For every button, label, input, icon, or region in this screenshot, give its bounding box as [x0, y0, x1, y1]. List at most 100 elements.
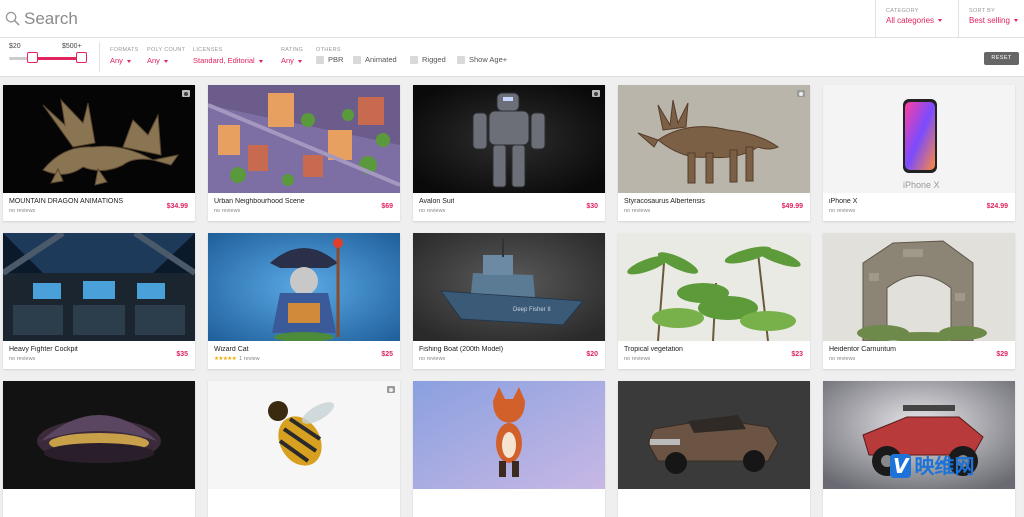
model-price: $30: [586, 203, 598, 210]
checkbox-box[interactable]: [353, 55, 361, 64]
formats-label: FORMATS: [110, 47, 139, 53]
chevron-down-icon: [297, 59, 302, 63]
chevron-down-icon: [938, 19, 943, 23]
pbr-checkbox[interactable]: PBR: [316, 55, 343, 64]
model-price: $20: [586, 351, 598, 358]
model-thumbnail[interactable]: iPhone X: [823, 85, 1015, 193]
model-price: $49.99: [781, 203, 803, 210]
camera-icon: [592, 90, 600, 97]
model-price: $35: [176, 351, 188, 358]
category-select[interactable]: CATEGORY All categories: [875, 0, 955, 38]
model-card[interactable]: Styracosaurus Albertensis $49.99 no revi…: [618, 85, 810, 221]
model-card[interactable]: Avalon Suit $30 no reviews: [413, 85, 605, 221]
price-slider-range: [32, 57, 82, 60]
model-card[interactable]: iPhone X iPhone X $24.99 no reviews: [823, 85, 1015, 221]
model-title: Fishing Boat (200th Model): [419, 346, 504, 353]
model-thumbnail[interactable]: [208, 233, 400, 341]
checkbox-box[interactable]: [457, 55, 465, 64]
model-card[interactable]: Urban Neighbourhood Scene $69 no reviews: [208, 85, 400, 221]
show-age-checkbox[interactable]: Show Age+: [457, 55, 507, 64]
model-reviews: no reviews: [419, 356, 446, 362]
model-card[interactable]: Heavy Fighter Cockpit $35 no reviews: [3, 233, 195, 369]
chevron-down-icon: [126, 59, 131, 63]
model-card[interactable]: MOUNTAIN DRAGON ANIMATIONS $34.99 no rev…: [3, 85, 195, 221]
licenses-label: LICENSES: [193, 47, 223, 53]
model-thumbnail[interactable]: [208, 381, 400, 489]
animated-label: Animated: [365, 55, 397, 64]
model-thumbnail[interactable]: [618, 233, 810, 341]
rigged-checkbox[interactable]: Rigged: [410, 55, 446, 64]
model-thumbnail[interactable]: Deep Fisher II: [413, 233, 605, 341]
model-card[interactable]: [413, 381, 605, 517]
model-reviews: no reviews: [419, 208, 446, 214]
model-thumbnail[interactable]: [413, 381, 605, 489]
poly-count-value: Any: [147, 56, 160, 65]
sort-select[interactable]: SORT BY Best selling: [958, 0, 1024, 38]
model-thumbnail[interactable]: [823, 233, 1015, 341]
rating-filter[interactable]: RATING Any: [281, 47, 303, 65]
rating-stars: ★★★★★: [214, 356, 237, 362]
licenses-filter[interactable]: LICENSES Standard, Editorial: [193, 47, 263, 65]
watermark-badge: V: [890, 454, 912, 478]
review-count: 1 review: [239, 356, 260, 362]
poly-count-filter[interactable]: POLY COUNT Any: [147, 47, 185, 65]
sort-label: SORT BY: [969, 8, 996, 14]
reset-button[interactable]: RESET: [984, 52, 1019, 65]
price-slider-min-handle[interactable]: [27, 52, 38, 63]
show-age-label: Show Age+: [469, 55, 508, 64]
model-price: $25: [381, 351, 393, 358]
model-title: iPhone X: [829, 198, 858, 205]
model-reviews: ★★★★★ 1 review: [214, 356, 260, 362]
camera-icon: [387, 386, 395, 393]
price-slider-max-handle[interactable]: [76, 52, 87, 63]
model-title: Avalon Suit: [419, 198, 455, 205]
model-card[interactable]: [208, 381, 400, 517]
thumbnail-caption: Deep Fisher II: [513, 307, 551, 313]
model-thumbnail[interactable]: [618, 85, 810, 193]
model-thumbnail[interactable]: [413, 85, 605, 193]
model-thumbnail[interactable]: [3, 85, 195, 193]
poly-count-label: POLY COUNT: [147, 47, 186, 53]
price-max-label: $500+: [62, 43, 82, 50]
rigged-label: Rigged: [422, 55, 446, 64]
rating-label: RATING: [281, 47, 304, 53]
model-title: Heavy Fighter Cockpit: [9, 346, 78, 353]
checkbox-box[interactable]: [316, 55, 324, 64]
model-card[interactable]: [823, 381, 1015, 517]
watermark-text: 映维网: [914, 454, 975, 478]
search-input[interactable]: [24, 6, 844, 32]
chevron-down-icon: [258, 59, 263, 63]
model-thumbnail[interactable]: [3, 233, 195, 341]
model-thumbnail[interactable]: [3, 381, 195, 489]
formats-filter[interactable]: FORMATS Any: [110, 47, 139, 65]
checkbox-box[interactable]: [410, 55, 418, 64]
model-price: $69: [381, 203, 393, 210]
model-reviews: no reviews: [829, 208, 856, 214]
model-thumbnail[interactable]: [208, 85, 400, 193]
model-card[interactable]: Tropical vegetation $23 no reviews: [618, 233, 810, 369]
top-bar: CATEGORY All categories SORT BY Best sel…: [0, 0, 1024, 38]
watermark-logo: V 映维网: [890, 450, 974, 479]
model-reviews: no reviews: [624, 356, 651, 362]
search-icon[interactable]: [5, 11, 20, 26]
model-price: $34.99: [166, 203, 188, 210]
model-reviews: no reviews: [624, 208, 651, 214]
model-reviews: no reviews: [9, 208, 36, 214]
model-card[interactable]: Deep Fisher II Fishing Boat (200th Model…: [413, 233, 605, 369]
model-reviews: no reviews: [214, 208, 241, 214]
model-title: Urban Neighbourhood Scene: [214, 198, 305, 205]
model-card[interactable]: [618, 381, 810, 517]
model-card[interactable]: Heidentor Carnuntum $29 no reviews: [823, 233, 1015, 369]
model-title: Tropical vegetation: [624, 346, 683, 353]
model-title: Heidentor Carnuntum: [829, 346, 896, 353]
model-price: $29: [996, 351, 1008, 358]
sort-value: Best selling: [969, 16, 1010, 25]
model-thumbnail[interactable]: [618, 381, 810, 489]
model-title: MOUNTAIN DRAGON ANIMATIONS: [9, 198, 124, 205]
category-label: CATEGORY: [886, 8, 919, 14]
animated-checkbox[interactable]: Animated: [353, 55, 397, 64]
model-card[interactable]: Wizard Cat $25 ★★★★★ 1 review: [208, 233, 400, 369]
rating-value: Any: [281, 56, 294, 65]
model-card[interactable]: [3, 381, 195, 517]
formats-value: Any: [110, 56, 123, 65]
